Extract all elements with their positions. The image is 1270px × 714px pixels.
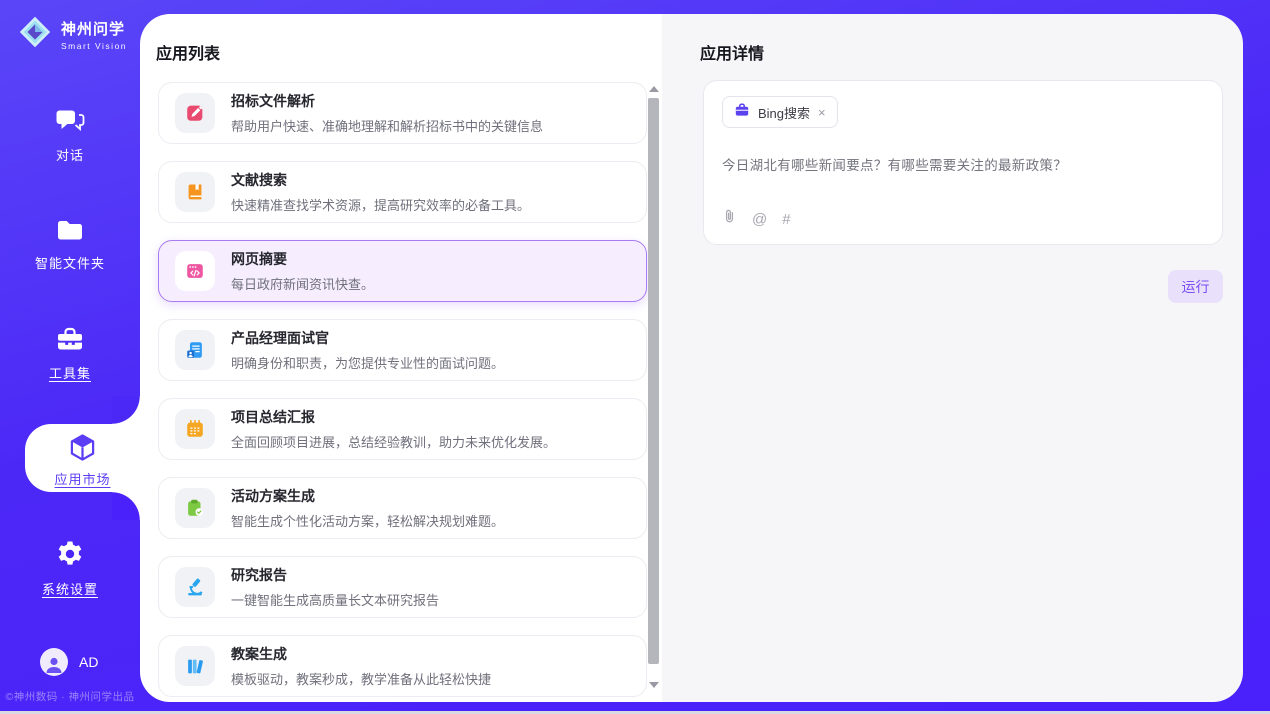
app-list: 招标文件解析 帮助用户快速、准确地理解和解析招标书中的关键信息 文献搜索 快速精… <box>158 82 647 702</box>
book-icon <box>175 172 215 212</box>
sidebar-item-label: 对话 <box>0 145 140 164</box>
books-icon <box>175 646 215 686</box>
app-list-title: 应用列表 <box>156 40 220 64</box>
app-list-panel: 应用列表 招标文件解析 帮助用户快速、准确地理解和解析招标书中的关键信息 <box>140 14 662 702</box>
resume-icon <box>175 330 215 370</box>
app-card-title: 活动方案生成 <box>231 486 504 506</box>
briefcase-icon <box>734 102 750 123</box>
paperclip-icon[interactable] <box>722 208 737 230</box>
at-mention-icon[interactable]: @ <box>752 211 767 228</box>
run-button[interactable]: 运行 <box>1168 270 1223 303</box>
app-card-desc: 明确身份和职责，为您提供专业性的面试问题。 <box>231 353 504 372</box>
sidebar-item-label: 系统设置 <box>0 579 140 598</box>
avatar <box>40 648 68 676</box>
app-card-research-report[interactable]: 研究报告 一键智能生成高质量长文本研究报告 <box>158 556 647 618</box>
app-card-title: 文献搜索 <box>231 170 530 190</box>
scrollbar-thumb[interactable] <box>648 98 659 664</box>
app-card-title: 研究报告 <box>231 565 439 585</box>
app-card-desc: 帮助用户快速、准确地理解和解析招标书中的关键信息 <box>231 116 543 135</box>
sidebar-item-toolset[interactable]: 工具集 <box>0 326 140 382</box>
sidebar-item-app-market[interactable]: 应用市场 <box>25 424 140 492</box>
tool-tag-bing-search[interactable]: Bing搜索 × <box>722 96 838 128</box>
folder-icon <box>56 218 84 246</box>
app-card-desc: 模板驱动，教案秒成，教学准备从此轻松快捷 <box>231 669 491 688</box>
app-card-title: 产品经理面试官 <box>231 328 504 348</box>
user-initials: AD <box>79 654 98 670</box>
browser-code-icon <box>175 251 215 291</box>
app-card-lesson-plan[interactable]: 教案生成 模板驱动，教案秒成，教学准备从此轻松快捷 <box>158 635 647 697</box>
notepad-icon <box>175 409 215 449</box>
chat-icon <box>55 108 85 136</box>
brand-name: 神州问学 <box>61 18 127 39</box>
prompt-card[interactable]: Bing搜索 × 今日湖北有哪些新闻要点？有哪些需要关注的最新政策？ @ # <box>703 80 1223 245</box>
app-card-project-summary[interactable]: 项目总结汇报 全面回顾项目进展，总结经验教训，助力未来优化发展。 <box>158 398 647 460</box>
gear-icon <box>56 540 84 568</box>
app-card-desc: 智能生成个性化活动方案，轻松解决规划难题。 <box>231 511 504 530</box>
scroll-up-arrow-icon[interactable] <box>649 86 659 92</box>
app-card-title: 项目总结汇报 <box>231 407 556 427</box>
sidebar-item-chat[interactable]: 对话 <box>0 108 140 164</box>
attachment-toolbar: @ # <box>722 208 1204 230</box>
app-card-bid-document[interactable]: 招标文件解析 帮助用户快速、准确地理解和解析招标书中的关键信息 <box>158 82 647 144</box>
sidebar-item-smart-folder[interactable]: 智能文件夹 <box>0 218 140 272</box>
sidebar-item-label: 智能文件夹 <box>0 253 140 272</box>
tool-tag-label: Bing搜索 <box>758 103 810 122</box>
app-card-title: 教案生成 <box>231 644 491 664</box>
content-shell: 应用列表 招标文件解析 帮助用户快速、准确地理解和解析招标书中的关键信息 <box>140 14 1243 702</box>
document-edit-icon <box>175 93 215 133</box>
scroll-down-arrow-icon[interactable] <box>649 682 659 688</box>
brand-subtitle: Smart Vision <box>61 41 127 51</box>
app-card-title: 招标文件解析 <box>231 91 543 111</box>
microscope-icon <box>175 567 215 607</box>
app-card-pm-interviewer[interactable]: 产品经理面试官 明确身份和职责，为您提供专业性的面试问题。 <box>158 319 647 381</box>
logo-icon <box>16 13 54 56</box>
app-card-title: 网页摘要 <box>231 249 374 269</box>
sidebar-item-label: 应用市场 <box>25 469 140 488</box>
app-detail-panel: 应用详情 Bing搜索 × 今日湖北有哪些新闻要点？有哪些需要关注的最新政策？ <box>662 14 1243 702</box>
app-card-desc: 一键智能生成高质量长文本研究报告 <box>231 590 439 609</box>
copyright: ©神州数码 · 神州问学出品 <box>0 689 140 704</box>
app-card-literature-search[interactable]: 文献搜索 快速精准查找学术资源，提高研究效率的必备工具。 <box>158 161 647 223</box>
app-card-desc: 每日政府新闻资讯快查。 <box>231 274 374 293</box>
app-detail-title: 应用详情 <box>700 40 764 64</box>
toolbox-icon <box>56 326 84 354</box>
cube-icon <box>69 449 96 466</box>
app-card-desc: 快速精准查找学术资源，提高研究效率的必备工具。 <box>231 195 530 214</box>
user-row[interactable]: AD <box>40 648 98 676</box>
sidebar-item-settings[interactable]: 系统设置 <box>0 540 140 598</box>
scrollbar[interactable] <box>648 84 659 690</box>
clipboard-check-icon <box>175 488 215 528</box>
app-card-desc: 全面回顾项目进展，总结经验教训，助力未来优化发展。 <box>231 432 556 451</box>
sidebar: 神州问学 Smart Vision 对话 智能文件夹 <box>0 0 140 714</box>
brand: 神州问学 Smart Vision <box>16 13 127 56</box>
close-icon[interactable]: × <box>818 106 826 119</box>
prompt-text[interactable]: 今日湖北有哪些新闻要点？有哪些需要关注的最新政策？ <box>722 154 1204 174</box>
hash-icon[interactable]: # <box>782 211 790 228</box>
app-card-web-summary[interactable]: 网页摘要 每日政府新闻资讯快查。 <box>158 240 647 302</box>
sidebar-item-label: 工具集 <box>0 363 140 382</box>
app-card-event-plan[interactable]: 活动方案生成 智能生成个性化活动方案，轻松解决规划难题。 <box>158 477 647 539</box>
